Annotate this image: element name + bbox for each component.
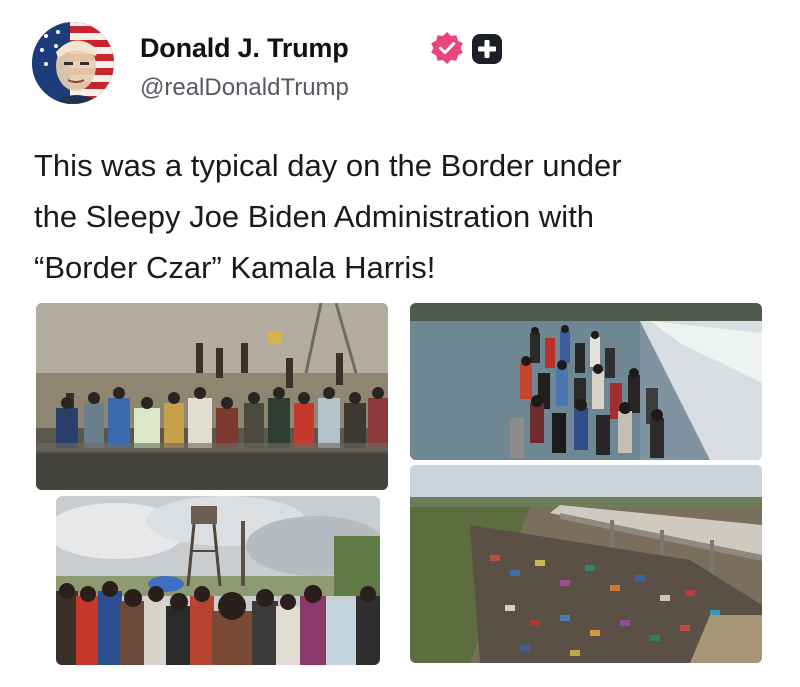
post-header: Donald J. Trump @realDonaldTrump xyxy=(32,22,772,108)
post-text-line: “Border Czar” Kamala Harris! xyxy=(34,250,436,285)
media-photo-crowd-tower[interactable] xyxy=(56,496,380,665)
author-display-name[interactable]: Donald J. Trump xyxy=(140,33,349,64)
post-text: This was a typical day on the Border und… xyxy=(34,140,774,293)
media-photo-river-wading[interactable] xyxy=(410,303,762,460)
media-photo-crowd-crossing[interactable] xyxy=(36,303,388,490)
plus-badge-icon xyxy=(472,34,502,64)
verified-badge-icon xyxy=(430,31,464,65)
author-handle[interactable]: @realDonaldTrump xyxy=(140,74,349,102)
media-photo-bridge-camp[interactable] xyxy=(410,465,762,663)
post-text-line: the Sleepy Joe Biden Administration with xyxy=(34,199,595,234)
post-text-line: This was a typical day on the Border und… xyxy=(34,148,622,183)
author-avatar[interactable] xyxy=(32,22,114,104)
flag-portrait-avatar xyxy=(32,22,114,104)
